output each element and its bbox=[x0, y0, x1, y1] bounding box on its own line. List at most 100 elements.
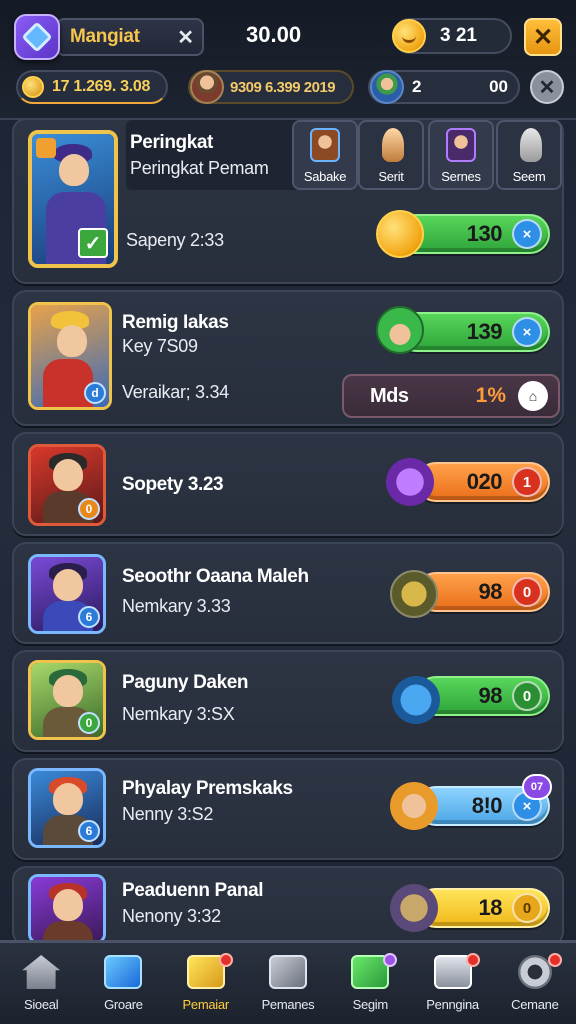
list-item[interactable]: Peaduenn Panal Nenony 3:32 18 0 bbox=[12, 866, 564, 946]
score-value: 139 bbox=[466, 319, 503, 344]
cube-icon bbox=[104, 955, 143, 989]
box-icon bbox=[268, 955, 307, 989]
badge-icon: d bbox=[84, 382, 106, 404]
score-value: 130 bbox=[466, 221, 503, 246]
notification-dot bbox=[547, 953, 562, 967]
list-item[interactable]: 6 Phyalay Premskaks Nenny 3:S2 8!0 × 07 bbox=[12, 758, 564, 860]
tab-serit[interactable]: Serit bbox=[358, 120, 424, 190]
smiley-coin-icon bbox=[392, 19, 426, 53]
player-portrait: 6 bbox=[28, 768, 106, 848]
top-balance: 30.00 bbox=[246, 22, 302, 47]
player-name: Phyalay Premskaks bbox=[122, 778, 293, 799]
nav-label: Pemaiar bbox=[182, 997, 230, 1012]
coin-value: 3 21 bbox=[440, 25, 477, 46]
search-label: Mangiat bbox=[70, 26, 140, 47]
app-logo-icon[interactable] bbox=[14, 14, 60, 60]
score-icon: × bbox=[512, 317, 542, 347]
nav-home[interactable]: Sioeal bbox=[0, 943, 82, 1024]
score-icon: 0 bbox=[512, 577, 542, 607]
nav-label: Cemane bbox=[511, 997, 559, 1012]
gold-stat-value: 17 1.269. 3.08 bbox=[52, 78, 151, 95]
second-portrait: d bbox=[28, 302, 112, 410]
player-name: Paguny Daken bbox=[122, 672, 249, 693]
house-icon: ⌂ bbox=[518, 381, 548, 411]
tab-label: Sernes bbox=[441, 169, 481, 184]
player-time: Nenony 3:32 bbox=[122, 906, 221, 926]
player-portrait: 0 bbox=[28, 444, 106, 526]
score-value: 98 bbox=[478, 579, 503, 604]
thumb-icon bbox=[382, 128, 404, 162]
score-icon: 1 bbox=[512, 467, 542, 497]
nav-pemaiar[interactable]: Pemaiar bbox=[165, 943, 247, 1024]
nav-store[interactable]: Groare bbox=[82, 943, 164, 1024]
score-icon: × bbox=[512, 219, 542, 249]
nav-segim[interactable]: Segim bbox=[329, 943, 411, 1024]
clear-search-icon[interactable]: ✕ bbox=[177, 25, 194, 50]
score-value: 98 bbox=[478, 683, 503, 708]
level-right-value: 00 bbox=[489, 77, 508, 96]
warrior-icon bbox=[390, 884, 438, 932]
hero-stat[interactable]: 9309 6.399 2019 bbox=[188, 70, 354, 104]
score-icon: 0 bbox=[512, 681, 542, 711]
hero-tab-icon bbox=[310, 128, 340, 162]
thumb-icon bbox=[520, 128, 542, 162]
lion-icon bbox=[390, 782, 438, 830]
score-icon: 0 bbox=[512, 893, 542, 923]
tab-label: Sabake bbox=[303, 169, 347, 184]
badge-icon: 0 bbox=[78, 498, 100, 520]
hero-tab-icon bbox=[446, 128, 476, 162]
check-icon: ✓ bbox=[78, 228, 108, 258]
player-name: Peaduenn Panal bbox=[122, 880, 264, 901]
featured-time: Sapeny 2:33 bbox=[126, 230, 224, 250]
search-icon bbox=[36, 138, 56, 158]
nav-penngina[interactable]: Penngina bbox=[411, 943, 493, 1024]
coin-balance[interactable]: 3 21 bbox=[392, 18, 512, 54]
dismiss-button[interactable]: ✕ bbox=[530, 70, 564, 104]
hero-stat-value: 9309 6.399 2019 bbox=[230, 78, 336, 96]
home-icon bbox=[22, 955, 61, 989]
hero-avatar-icon bbox=[190, 70, 224, 104]
mods-label: Mds bbox=[370, 384, 409, 407]
nav-cemane[interactable]: Cemane bbox=[494, 943, 576, 1024]
nav-label: Groare bbox=[104, 997, 143, 1012]
second-key: Key 7S09 bbox=[122, 336, 198, 356]
level-stat[interactable]: 2 00 bbox=[368, 70, 520, 104]
search-pill[interactable]: Mangiat ✕ bbox=[56, 18, 204, 56]
gold-coin-icon bbox=[22, 76, 44, 98]
notification-dot bbox=[383, 953, 398, 967]
notification-dot bbox=[465, 953, 480, 967]
badge-icon: 0 bbox=[78, 712, 100, 734]
player-name: Sopety 3.23 bbox=[122, 474, 224, 495]
mods-pill[interactable]: Mds 1% ⌂ bbox=[342, 374, 560, 418]
second-time: Veraikar; 3.34 bbox=[122, 382, 229, 402]
smiley-icon bbox=[376, 210, 424, 258]
player-avatar-icon bbox=[370, 70, 404, 104]
tab-sabake[interactable]: Sabake bbox=[292, 120, 358, 190]
nav-label: Pemanes bbox=[261, 997, 315, 1012]
bottom-nav: Sioeal Groare Pemaiar Pemanes Segim Penn… bbox=[0, 940, 576, 1024]
stat-row: 17 1.269. 3.08 9309 6.399 2019 2 00 ✕ bbox=[0, 70, 576, 106]
score-pill[interactable]: 020 1 bbox=[416, 462, 550, 502]
helmet-icon bbox=[390, 570, 438, 618]
tab-sernes[interactable]: Sernes bbox=[428, 120, 494, 190]
list-item[interactable]: 6 Seoothr Oaana Maleh Nemkary 3.33 98 0 bbox=[12, 542, 564, 644]
list-item[interactable]: 0 Paguny Daken Nemkary 3:SX 98 0 bbox=[12, 650, 564, 752]
featured-title: Peringkat bbox=[130, 132, 213, 153]
purple-creature-icon bbox=[386, 458, 434, 506]
nav-label: Sioeal bbox=[23, 997, 59, 1012]
gold-stat[interactable]: 17 1.269. 3.08 bbox=[16, 70, 168, 104]
close-button[interactable]: ✕ bbox=[524, 18, 562, 56]
top-bar: Mangiat ✕ 30.00 3 21 ✕ 17 1.269. 3.08 93… bbox=[0, 0, 576, 120]
player-time: Nemkary 3:SX bbox=[122, 704, 235, 724]
tab-seem[interactable]: Seem bbox=[496, 120, 562, 190]
nav-pemanes[interactable]: Pemanes bbox=[247, 943, 329, 1024]
score-value: 18 bbox=[478, 895, 503, 920]
list-item[interactable]: 0 Sopety 3.23 020 1 bbox=[12, 432, 564, 536]
featured-card[interactable]: ✓ Peringkat Peringkat Pemam Sabake Serit… bbox=[12, 118, 564, 284]
tab-label: Serit bbox=[378, 169, 404, 184]
player-portrait: 0 bbox=[28, 660, 106, 740]
score-value: 020 bbox=[466, 469, 503, 494]
player-name: Seoothr Oaana Maleh bbox=[122, 566, 309, 587]
player-time: Nemkary 3.33 bbox=[122, 596, 231, 616]
featured-portrait: ✓ bbox=[28, 130, 118, 268]
